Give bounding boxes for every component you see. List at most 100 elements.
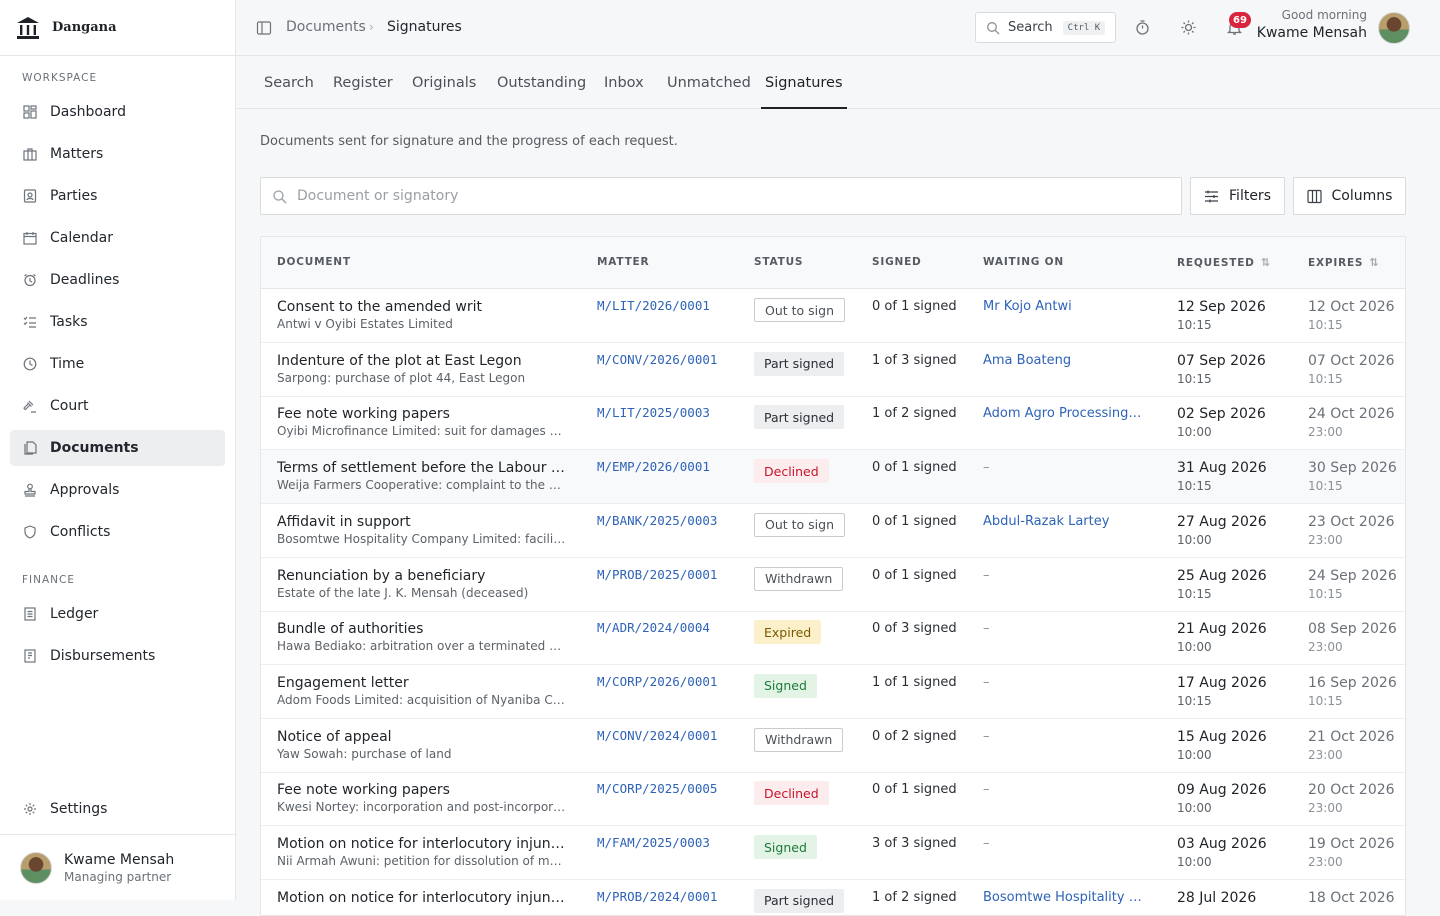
matter-link[interactable]: M/CORP/2026/0001 [597, 674, 717, 689]
table-search-input[interactable]: Document or signatory [260, 177, 1182, 215]
stopwatch-icon[interactable] [1134, 19, 1151, 36]
document-title[interactable]: Terms of settlement before the Labour C.… [277, 460, 567, 476]
document-matter-description: Adom Foods Limited: acquisition of Nyani… [277, 692, 567, 707]
document-title[interactable]: Fee note working papers [277, 782, 567, 798]
waiting-on-link: – [983, 782, 990, 798]
user-avatar-button[interactable] [1378, 12, 1410, 44]
matter-link[interactable]: M/PROB/2025/0001 [597, 567, 717, 582]
sidebar-item-ledger[interactable]: Ledger [10, 596, 225, 632]
tab-signatures[interactable]: Signatures [761, 75, 847, 109]
sidebar-item-deadlines[interactable]: Deadlines [10, 262, 225, 298]
sidebar-item-approvals[interactable]: Approvals [10, 472, 225, 508]
sidebar-item-court[interactable]: Court [10, 388, 225, 424]
requested-date: 12 Sep 2026 [1177, 299, 1266, 315]
sidebar-item-label: Tasks [50, 314, 88, 330]
sidebar-user-card[interactable]: Kwame Mensah Managing partner [0, 834, 235, 900]
sidebar-item-label: Settings [50, 801, 108, 817]
matter-link[interactable]: M/CONV/2024/0001 [597, 728, 717, 743]
global-search-button[interactable]: Search Ctrl K [975, 12, 1116, 43]
document-title[interactable]: Bundle of authorities [277, 621, 567, 637]
column-header-requested[interactable]: REQUESTED ⇅ [1177, 256, 1271, 269]
column-header-matter[interactable]: MATTER [597, 256, 649, 268]
breadcrumb-current: Signatures [387, 19, 462, 35]
document-title[interactable]: Affidavit in support [277, 514, 567, 530]
table-row[interactable]: Fee note working papers Oyibi Microfinanc… [261, 396, 1405, 451]
tab-inbox[interactable]: Inbox [604, 75, 644, 109]
column-header-document[interactable]: DOCUMENT [277, 256, 351, 268]
sidebar-item-matters[interactable]: Matters [10, 136, 225, 172]
sidebar-toggle-icon[interactable] [256, 20, 272, 36]
document-title[interactable]: Renunciation by a beneficiary [277, 568, 567, 584]
tab-outstanding[interactable]: Outstanding [497, 75, 586, 109]
document-title[interactable]: Motion on notice for interlocutory injun… [277, 890, 567, 906]
sidebar-item-settings[interactable]: Settings [10, 791, 225, 827]
matter-link[interactable]: M/ADR/2024/0004 [597, 620, 710, 635]
sidebar: Dangana WORKSPACE Dashboard Matters Part… [0, 0, 236, 900]
sidebar-item-dashboard[interactable]: Dashboard [10, 94, 225, 130]
matter-link[interactable]: M/LIT/2026/0001 [597, 298, 710, 313]
signed-progress: 0 of 1 signed [872, 567, 957, 583]
sidebar-item-calendar[interactable]: Calendar [10, 220, 225, 256]
table-row[interactable]: Notice of appeal Yaw Sowah: purchase of l… [261, 719, 1405, 773]
expires-date: 19 Oct 2026 [1308, 836, 1395, 852]
expires-time: 23:00 [1308, 640, 1343, 655]
matter-link[interactable]: M/PROB/2024/0001 [597, 889, 717, 904]
document-title[interactable]: Motion on notice for interlocutory injun… [277, 836, 567, 852]
document-title[interactable]: Consent to the amended writ [277, 299, 567, 315]
sun-icon[interactable] [1180, 19, 1197, 36]
breadcrumb-documents[interactable]: Documents [286, 19, 366, 35]
brand[interactable]: Dangana [0, 0, 235, 56]
table-row[interactable]: Fee note working papers Kwesi Nortey: inc… [261, 772, 1405, 827]
sidebar-item-label: Calendar [50, 230, 113, 246]
waiting-on-link[interactable]: Bosomtwe Hospitality C... [983, 890, 1145, 905]
waiting-on-link[interactable]: Mr Kojo Antwi [983, 299, 1145, 314]
waiting-on-link[interactable]: Abdul-Razak Lartey [983, 514, 1145, 529]
waiting-on-link[interactable]: Adom Agro Processing L... [983, 406, 1145, 421]
document-title[interactable]: Indenture of the plot at East Legon [277, 353, 567, 369]
column-header-expires[interactable]: EXPIRES ⇅ [1308, 256, 1379, 269]
matter-link[interactable]: M/LIT/2025/0003 [597, 405, 710, 420]
sidebar-item-disbursements[interactable]: Disbursements [10, 638, 225, 674]
table-row[interactable]: Bundle of authorities Hawa Bediako: arbit… [261, 611, 1405, 666]
filters-button[interactable]: Filters [1190, 177, 1285, 215]
table-row[interactable]: Affidavit in support Bosomtwe Hospitality… [261, 504, 1405, 558]
matter-link[interactable]: M/FAM/2025/0003 [597, 835, 710, 850]
matter-link[interactable]: M/CORP/2025/0005 [597, 781, 717, 796]
topbar: Documents › Signatures Search Ctrl K 69 … [236, 0, 1440, 56]
column-header-waiting-on[interactable]: WAITING ON [983, 256, 1064, 268]
document-title[interactable]: Notice of appeal [277, 729, 567, 745]
sort-arrows-icon[interactable]: ⇅ [1261, 256, 1271, 269]
expires-time: 23:00 [1308, 425, 1343, 440]
table-row[interactable]: Consent to the amended writ Antwi v Oyibi… [261, 289, 1405, 343]
tab-unmatched[interactable]: Unmatched [667, 75, 751, 109]
sidebar-item-documents[interactable]: Documents [10, 430, 225, 466]
tab-originals[interactable]: Originals [412, 75, 476, 109]
matter-link[interactable]: M/BANK/2025/0003 [597, 513, 717, 528]
table-row[interactable]: Indenture of the plot at East Legon Sarpo… [261, 343, 1405, 397]
sidebar-item-parties[interactable]: Parties [10, 178, 225, 214]
sidebar-item-time[interactable]: Time [10, 346, 225, 382]
table-row[interactable]: Terms of settlement before the Labour C.… [261, 450, 1405, 505]
brand-name: Dangana [52, 20, 117, 35]
column-header-signed[interactable]: SIGNED [872, 256, 922, 268]
matter-link[interactable]: M/CONV/2026/0001 [597, 352, 717, 367]
column-header-status[interactable]: STATUS [754, 256, 803, 268]
document-title[interactable]: Fee note working papers [277, 406, 567, 422]
table-row[interactable]: Renunciation by a beneficiary Estate of t… [261, 558, 1405, 612]
stamp-icon [22, 482, 38, 498]
tab-search[interactable]: Search [264, 75, 314, 109]
table-row[interactable]: Motion on notice for interlocutory injun… [261, 880, 1405, 915]
matter-link[interactable]: M/EMP/2026/0001 [597, 459, 710, 474]
status-badge: Withdrawn [754, 727, 844, 752]
columns-button[interactable]: Columns [1293, 177, 1406, 215]
document-title[interactable]: Engagement letter [277, 675, 567, 691]
signed-progress: 0 of 2 signed [872, 728, 957, 744]
sort-arrows-icon[interactable]: ⇅ [1369, 256, 1379, 269]
table-row[interactable]: Motion on notice for interlocutory injun… [261, 826, 1405, 880]
sliders-icon [1205, 190, 1219, 202]
sidebar-item-conflicts[interactable]: Conflicts [10, 514, 225, 550]
sidebar-item-tasks[interactable]: Tasks [10, 304, 225, 340]
waiting-on-link[interactable]: Ama Boateng [983, 353, 1145, 368]
tab-register[interactable]: Register [333, 75, 393, 109]
table-row[interactable]: Engagement letter Adom Foods Limited: acq… [261, 665, 1405, 719]
